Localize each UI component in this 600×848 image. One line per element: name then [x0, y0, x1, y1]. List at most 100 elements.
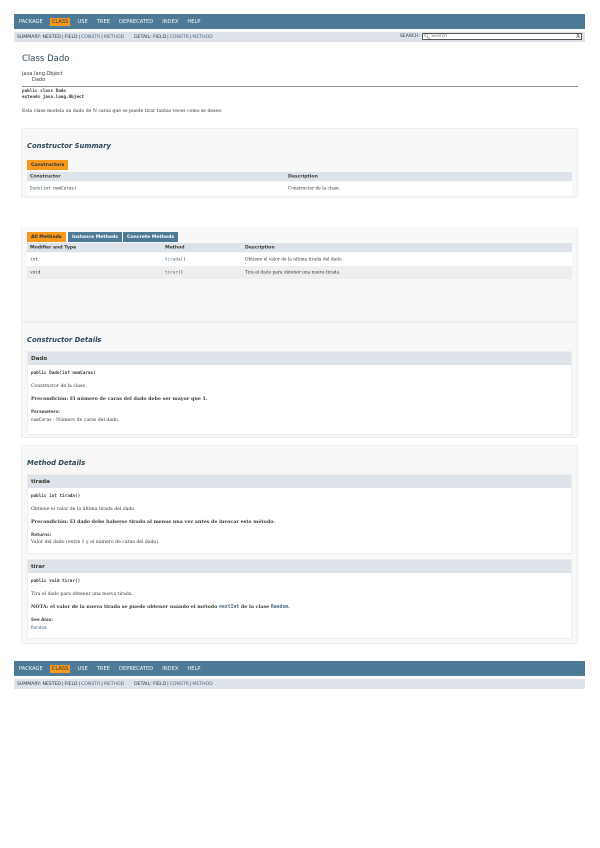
search-placeholder: Search [431, 34, 448, 39]
see-also-link[interactable]: Random [31, 626, 47, 631]
member-description: Tira el dado para obtener una nueva tira… [31, 592, 134, 597]
random-link[interactable]: Random [271, 605, 288, 610]
nav-use[interactable]: USE [75, 18, 89, 26]
tab-all-methods[interactable]: All Methods [27, 232, 66, 242]
note-prefix: NOTA: el valor de la nueva tirada se pue… [31, 604, 220, 610]
section-title: Constructor Details [27, 336, 102, 344]
top-subnav: SUMMARY: NESTED | FIELD | CONSTR | METHO… [14, 32, 585, 42]
separator: | [101, 681, 103, 687]
modifier-cell: int [30, 257, 38, 262]
method-detail-tirada: tirada public int tirada() Obtiene el va… [27, 474, 572, 554]
nav-class[interactable]: CLASS [49, 664, 71, 673]
param-entry: numCaras - Número de caras del dado. [31, 418, 119, 423]
search-label: SEARCH: [399, 34, 420, 39]
detail-method-link[interactable]: METHOD [192, 35, 212, 40]
param-name: numCaras [31, 418, 52, 423]
search-input[interactable]: 🔍︎ Search X [422, 33, 582, 40]
nav-deprecated[interactable]: DEPRECATED [117, 665, 155, 673]
nextint-link[interactable]: nextInt [219, 605, 239, 610]
bottom-subnav: SUMMARY: NESTED | FIELD | CONSTR | METHO… [14, 679, 585, 689]
summary-field: FIELD [64, 34, 78, 40]
nav-tree[interactable]: TREE [95, 665, 112, 673]
method-detail-tirar: tirar public void tirar() Tira el dado p… [27, 559, 572, 639]
method-summary-section: All Methods Instance Methods Concrete Me… [21, 227, 578, 322]
table-row: int tirada() Obtiene el valor de la últi… [27, 253, 572, 266]
separator: | [167, 681, 169, 687]
detail-label: DETAIL: [134, 681, 152, 687]
member-name: Dado [28, 352, 571, 365]
nav-help[interactable]: HELP [185, 665, 202, 673]
nav-index[interactable]: INDEX [160, 665, 180, 673]
method-description: Obtiene el valor de la última tirada del… [245, 257, 343, 262]
summary-method-link[interactable]: METHOD [104, 682, 124, 687]
member-note: NOTA: el valor de la nueva tirada se pue… [31, 604, 290, 610]
separator: | [167, 34, 169, 40]
col-method: Method [165, 245, 185, 250]
nav-deprecated[interactable]: DEPRECATED [117, 18, 155, 26]
method-cell: tirar() [165, 270, 183, 275]
member-signature: public Dado(int numCaras) [31, 371, 96, 376]
summary-constr-link[interactable]: CONSTR [81, 35, 100, 40]
constructor-summary-section: Constructor Summary Constructors Constru… [21, 128, 578, 198]
separator: | [78, 34, 81, 40]
bottom-navbar: PACKAGE CLASS USE TREE DEPRECATED INDEX … [14, 661, 585, 676]
detail-label: DETAIL: [134, 34, 152, 40]
tab-instance-methods[interactable]: Instance Methods [68, 232, 123, 242]
note-suffix: . [288, 604, 290, 610]
nav-class[interactable]: CLASS [49, 17, 71, 26]
method-cell: tirada() [165, 257, 186, 262]
tab-concrete-methods[interactable]: Concrete Methods [123, 232, 179, 242]
divider [22, 86, 578, 87]
detail-constr-link[interactable]: CONSTR [170, 35, 189, 40]
detail-field: FIELD [153, 34, 167, 40]
constructors-caption: Constructors [27, 160, 69, 170]
section-title: Constructor Summary [27, 142, 111, 150]
summary-nested: NESTED [42, 681, 61, 687]
param-description: - Número de caras del dado. [51, 418, 120, 423]
summary-method-link[interactable]: METHOD [104, 35, 124, 40]
col-description: Description [288, 174, 318, 179]
summary-constr-link[interactable]: CONSTR [81, 682, 100, 687]
detail-method-link[interactable]: METHOD [192, 682, 212, 687]
nav-index[interactable]: INDEX [160, 18, 180, 26]
separator: | [189, 34, 192, 40]
search-icon: 🔍︎ [424, 33, 431, 40]
member-name: tirada [28, 475, 571, 488]
nav-package[interactable]: PACKAGE [17, 18, 45, 26]
table-header: Modifier and Type Method Description [27, 243, 572, 252]
returns-label: Returns: [31, 532, 52, 537]
constructor-details-section: Constructor Details Dado public Dado(int… [21, 322, 578, 438]
search-area: SEARCH: 🔍︎ Search X [400, 33, 582, 40]
detail-constr-link[interactable]: CONSTR [170, 682, 189, 687]
nav-tree[interactable]: TREE [95, 18, 112, 26]
nav-package[interactable]: PACKAGE [17, 665, 45, 673]
member-signature: public void tirar() [31, 579, 81, 584]
member-precondition: Precondición: El dado debe haberse tirad… [31, 519, 275, 525]
method-link[interactable]: tirada [165, 257, 181, 262]
table-row: void tirar() Tira el dado para obtener u… [27, 266, 572, 279]
separator: | [189, 681, 192, 687]
close-icon[interactable]: X [576, 33, 580, 40]
method-description: Tira el dado para obtener una nueva tira… [245, 270, 341, 275]
see-also-label: See Also: [31, 617, 53, 622]
page-title: Class Dado [22, 54, 70, 64]
summary-nested: NESTED [42, 34, 61, 40]
constructor-params: (int numCaras) [40, 186, 77, 191]
constructor-cell: Dado(int numCaras) [30, 186, 77, 191]
nav-use[interactable]: USE [75, 665, 89, 673]
member-description: Obtiene el valor de la última tirada del… [31, 507, 136, 512]
note-middle: de la clase [239, 604, 271, 610]
nav-help[interactable]: HELP [185, 18, 202, 26]
separator: | [101, 34, 103, 40]
inherit-child: Dado [32, 77, 46, 83]
method-link[interactable]: tirar [165, 270, 178, 275]
modifier-cell: void [30, 270, 41, 275]
member-name: tirar [28, 560, 571, 573]
table-header: Constructor Description [27, 172, 572, 181]
member-precondition: Precondición: El número de caras del dad… [31, 396, 208, 402]
constructor-link[interactable]: Dado [30, 186, 40, 191]
section-title: Method Details [27, 459, 86, 467]
class-description: Esta clase modela un dado de N caras que… [22, 109, 223, 114]
col-constructor: Constructor [30, 174, 61, 179]
constructor-detail: Dado public Dado(int numCaras) Construct… [27, 351, 572, 435]
